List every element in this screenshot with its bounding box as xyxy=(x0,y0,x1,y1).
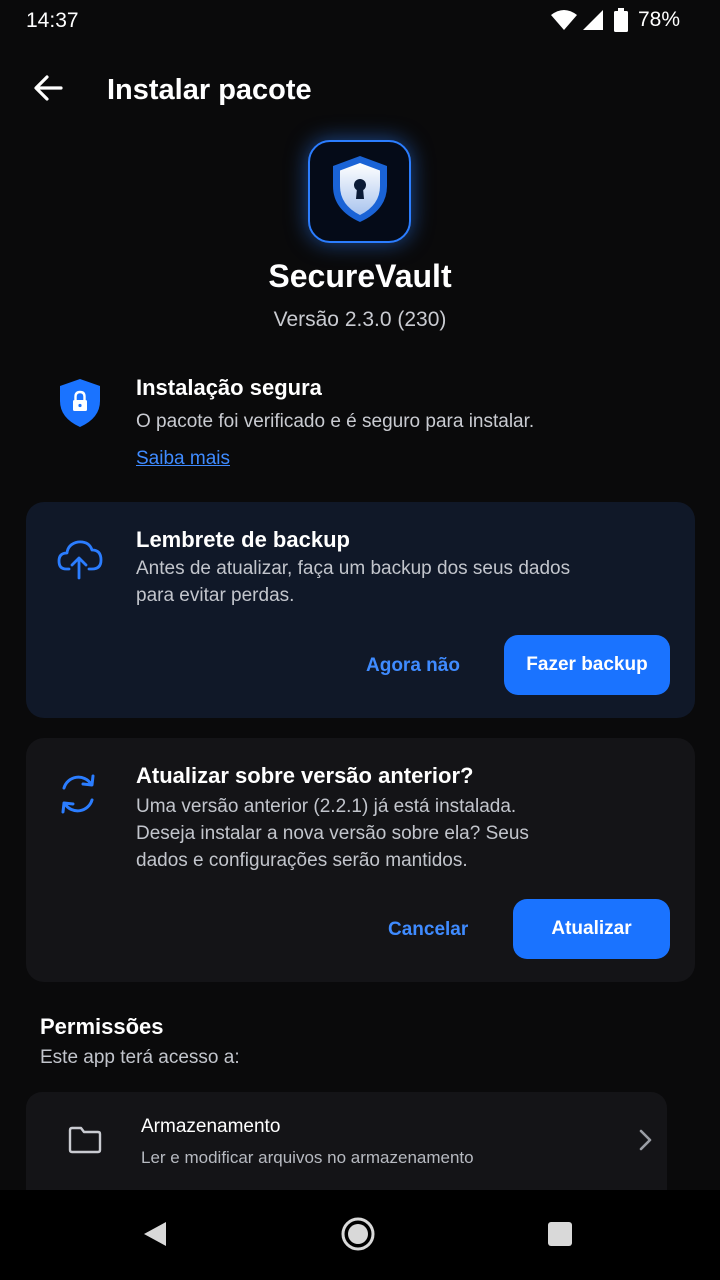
update-card-description-line: dados e configurações serão mantidos. xyxy=(136,850,468,871)
app-name: SecureVault xyxy=(268,258,452,294)
update-card-description-line: Deseja instalar a nova versão sobre ela?… xyxy=(136,823,529,844)
update-card-title: Atualizar sobre versão anterior? xyxy=(136,763,474,788)
chevron-right-icon xyxy=(633,1126,657,1159)
backup-card-description-line: Antes de atualizar, faça um backup dos s… xyxy=(136,558,571,579)
permission-name: Armazenamento xyxy=(141,1116,281,1137)
app-bar: Instalar pacote xyxy=(0,62,720,118)
wifi-icon xyxy=(550,8,578,32)
battery-percentage: 78% xyxy=(637,8,680,31)
learn-more-link[interactable]: Saiba mais xyxy=(136,448,230,470)
back-triangle-icon xyxy=(142,1220,168,1253)
backup-card-description: Antes de atualizar, faça um backup dos s… xyxy=(136,555,570,609)
secure-install-description: O pacote foi verificado e é seguro para … xyxy=(136,411,535,432)
nav-back-button[interactable] xyxy=(133,1214,177,1258)
status-bar: 14:37 78% xyxy=(0,0,720,44)
signal-icon xyxy=(582,9,604,31)
shield-lock-icon xyxy=(58,378,102,433)
back-button[interactable] xyxy=(28,70,68,110)
recents-square-icon xyxy=(547,1221,573,1252)
permission-description: Ler e modificar arquivos no armazenament… xyxy=(141,1148,474,1167)
permissions-subtitle: Este app terá acesso a: xyxy=(40,1047,240,1068)
update-button[interactable]: Atualizar xyxy=(513,899,670,959)
nav-recents-button[interactable] xyxy=(538,1214,582,1258)
battery-icon xyxy=(613,8,628,32)
backup-button[interactable]: Fazer backup xyxy=(504,635,670,695)
refresh-icon xyxy=(56,772,100,821)
update-card-description-line: Uma versão anterior (2.2.1) já está inst… xyxy=(136,796,517,817)
arrow-left-icon xyxy=(33,74,63,107)
app-icon xyxy=(308,140,411,243)
secure-install-section: Instalação segura O pacote foi verificad… xyxy=(0,370,720,480)
update-previous-version-card: Atualizar sobre versão anterior? Uma ver… xyxy=(26,738,695,982)
permission-item-storage[interactable]: Armazenamento Ler e modificar arquivos n… xyxy=(26,1092,667,1190)
secure-install-title: Instalação segura xyxy=(136,375,322,400)
update-card-description: Uma versão anterior (2.2.1) já está inst… xyxy=(136,793,529,874)
not-now-button[interactable]: Agora não xyxy=(366,655,460,677)
status-icons: 78% xyxy=(550,8,680,32)
nav-home-button[interactable] xyxy=(336,1214,380,1258)
app-version: Versão 2.3.0 (230) xyxy=(273,308,447,331)
permissions-title: Permissões xyxy=(40,1014,164,1039)
shield-keyhole-icon xyxy=(329,154,391,229)
backup-card-title: Lembrete de backup xyxy=(136,527,350,552)
home-circle-icon xyxy=(340,1216,376,1257)
cancel-button[interactable]: Cancelar xyxy=(388,919,468,941)
backup-reminder-card: Lembrete de backup Antes de atualizar, f… xyxy=(26,502,695,718)
page-title: Instalar pacote xyxy=(107,74,312,106)
backup-card-description-line: para evitar perdas. xyxy=(136,585,295,606)
status-time: 14:37 xyxy=(26,9,79,32)
cloud-upload-icon xyxy=(56,536,104,585)
navigation-bar xyxy=(0,1190,720,1280)
folder-icon xyxy=(68,1126,102,1159)
